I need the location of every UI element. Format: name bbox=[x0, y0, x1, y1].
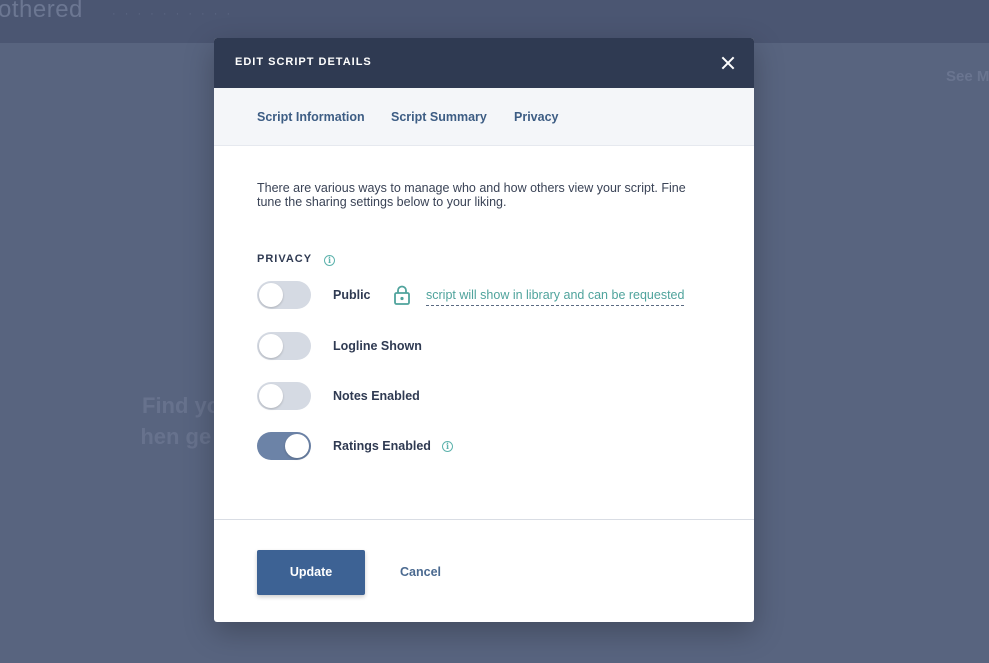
app-nav: · · · · · · · · · · bbox=[112, 8, 234, 20]
setting-row-ratings: Ratings Enabled i bbox=[257, 432, 557, 460]
public-label: Public bbox=[333, 288, 371, 302]
modal-footer: Update Cancel bbox=[214, 519, 754, 622]
hero-line-1: Find yo bbox=[142, 393, 221, 418]
public-toggle[interactable] bbox=[257, 281, 311, 309]
modal-header: EDIT SCRIPT DETAILS bbox=[214, 38, 754, 88]
public-note-link[interactable]: script will show in library and can be r… bbox=[426, 288, 685, 306]
lock-icon bbox=[394, 285, 410, 305]
background-hero-text: Find yo then ge bbox=[142, 390, 222, 452]
hero-line-2: then ge bbox=[142, 424, 212, 449]
modal-title: EDIT SCRIPT DETAILS bbox=[235, 56, 372, 68]
modal-tabs: Script Information Script Summary Privac… bbox=[214, 88, 754, 146]
toggle-knob bbox=[259, 334, 283, 358]
cancel-button[interactable]: Cancel bbox=[400, 565, 441, 579]
notes-label: Notes Enabled bbox=[333, 389, 420, 403]
update-button[interactable]: Update bbox=[257, 550, 365, 595]
ratings-label: Ratings Enabled bbox=[333, 439, 431, 453]
logline-label: Logline Shown bbox=[333, 339, 422, 353]
toggle-knob bbox=[285, 434, 309, 458]
toggle-knob bbox=[259, 283, 283, 307]
ratings-toggle[interactable] bbox=[257, 432, 311, 460]
notes-toggle[interactable] bbox=[257, 382, 311, 410]
tab-script-summary[interactable]: Script Summary bbox=[391, 110, 487, 124]
close-icon[interactable] bbox=[716, 51, 740, 75]
info-icon[interactable]: i bbox=[442, 441, 453, 452]
modal-body: There are various ways to manage who and… bbox=[214, 146, 754, 519]
app-logo: othered bbox=[0, 0, 83, 23]
logline-toggle[interactable] bbox=[257, 332, 311, 360]
privacy-description: There are various ways to manage who and… bbox=[257, 181, 686, 209]
tab-privacy[interactable]: Privacy bbox=[514, 110, 558, 124]
tab-script-information[interactable]: Script Information bbox=[257, 110, 365, 124]
privacy-section-label: PRIVACY bbox=[257, 253, 313, 265]
setting-row-notes: Notes Enabled bbox=[257, 382, 557, 410]
edit-script-modal: EDIT SCRIPT DETAILS Script Information S… bbox=[214, 38, 754, 622]
setting-row-logline: Logline Shown bbox=[257, 332, 557, 360]
toggle-knob bbox=[259, 384, 283, 408]
info-icon[interactable]: i bbox=[324, 255, 335, 266]
see-more-link: See M bbox=[946, 68, 989, 85]
setting-row-public: Public script will show in library and c… bbox=[257, 281, 717, 309]
app-header: othered · · · · · · · · · · bbox=[0, 0, 989, 43]
